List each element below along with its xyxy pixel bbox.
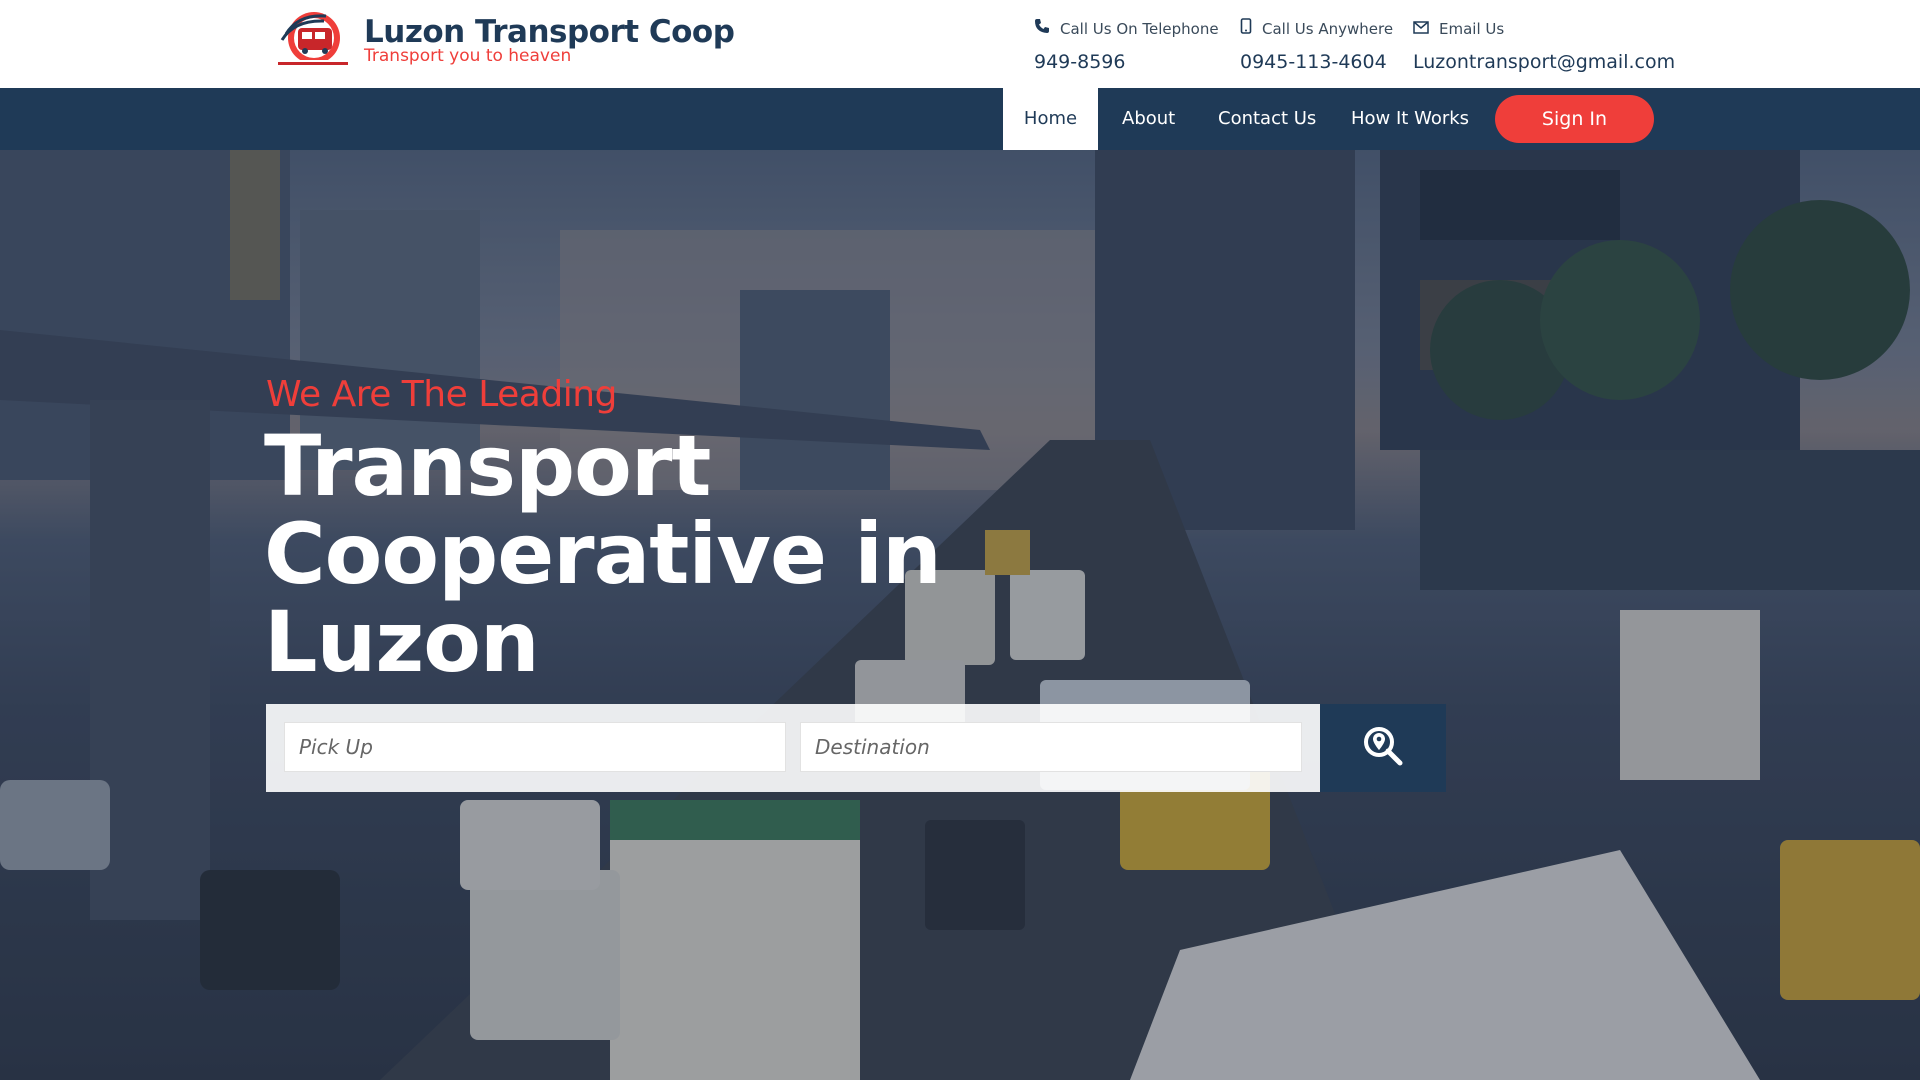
- contact-mobile-value[interactable]: 0945-113-4604: [1240, 50, 1393, 74]
- contact-label: Call Us On Telephone: [1034, 18, 1219, 40]
- contact-label: Call Us Anywhere: [1240, 18, 1393, 40]
- sign-in-button[interactable]: Sign In: [1495, 95, 1654, 143]
- pickup-input[interactable]: [284, 722, 786, 772]
- mobile-icon: [1240, 18, 1262, 40]
- route-search-form: [266, 704, 1320, 792]
- hero-kicker: We Are The Leading: [266, 374, 617, 415]
- nav-item-contact-us[interactable]: Contact Us: [1218, 88, 1316, 150]
- envelope-icon: [1413, 18, 1439, 40]
- nav-item-how-it-works[interactable]: How It Works: [1351, 88, 1469, 150]
- main-nav: Home About Contact Us How It Works Sign …: [0, 88, 1920, 150]
- contact-telephone-value[interactable]: 949-8596: [1034, 50, 1219, 74]
- nav-item-about[interactable]: About: [1122, 88, 1175, 150]
- contact-mobile-label: Call Us Anywhere: [1262, 20, 1394, 38]
- contact-label: Email Us: [1413, 18, 1675, 40]
- destination-input[interactable]: [800, 722, 1302, 772]
- contact-mobile: Call Us Anywhere 0945-113-4604: [1240, 18, 1393, 74]
- location-search-icon: [1362, 725, 1404, 771]
- phone-icon: [1034, 18, 1060, 40]
- search-button[interactable]: [1320, 704, 1446, 792]
- hero-headline: Transport Cooperative in Luzon: [264, 417, 942, 691]
- hero-section: We Are The Leading Transport Cooperative…: [0, 150, 1920, 1080]
- nav-item-home[interactable]: Home: [1003, 88, 1098, 150]
- brand[interactable]: Luzon Transport Coop Transport you to he…: [268, 8, 735, 72]
- brand-text: Luzon Transport Coop Transport you to he…: [364, 14, 735, 65]
- contact-telephone: Call Us On Telephone 949-8596: [1034, 18, 1219, 74]
- contact-telephone-label: Call Us On Telephone: [1060, 20, 1219, 38]
- brand-title: Luzon Transport Coop: [364, 14, 735, 50]
- contact-email-label: Email Us: [1439, 20, 1505, 38]
- contact-email-value[interactable]: Luzontransport@gmail.com: [1413, 50, 1675, 74]
- bus-logo-icon[interactable]: [268, 8, 356, 72]
- contact-email: Email Us Luzontransport@gmail.com: [1413, 18, 1675, 74]
- top-header: Luzon Transport Coop Transport you to he…: [0, 0, 1920, 88]
